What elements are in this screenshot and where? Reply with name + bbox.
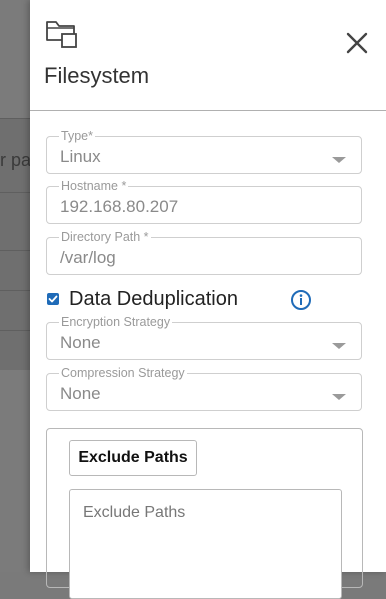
drawer-title: Filesystem (44, 63, 150, 88)
hostname-label: Hostname * (59, 178, 129, 194)
directory-path-field[interactable]: Directory Path * /var/log (46, 229, 362, 275)
exclude-paths-input[interactable] (69, 489, 342, 599)
folder-icon (45, 18, 79, 50)
filesystem-drawer: Filesystem Type* Linux Hostname * 192.16… (30, 0, 386, 599)
background-partial-text: r pa (0, 150, 32, 170)
directory-path-value: /var/log (60, 248, 116, 267)
exclude-paths-button[interactable]: Exclude Paths (69, 440, 197, 476)
hostname-field[interactable]: Hostname * 192.168.80.207 (46, 178, 362, 224)
compression-strategy-value: None (60, 384, 101, 403)
exclude-paths-section: Exclude Paths (46, 428, 363, 599)
hostname-value: 192.168.80.207 (60, 197, 179, 216)
chevron-down-icon (332, 343, 346, 349)
type-select[interactable]: Type* Linux (46, 128, 362, 174)
chevron-down-icon (332, 394, 346, 400)
encryption-strategy-value: None (60, 333, 101, 352)
chevron-down-icon (332, 157, 346, 163)
info-icon[interactable] (290, 289, 312, 311)
compression-strategy-select[interactable]: Compression Strategy None (46, 365, 362, 411)
header-divider (30, 110, 386, 111)
data-deduplication-label: Data Deduplication (69, 288, 238, 310)
type-value: Linux (60, 147, 101, 166)
directory-path-label: Directory Path * (59, 229, 151, 245)
data-deduplication-checkbox[interactable] (47, 293, 59, 305)
close-icon[interactable] (344, 30, 370, 56)
encryption-strategy-label: Encryption Strategy (59, 314, 173, 330)
compression-strategy-label: Compression Strategy (59, 365, 187, 381)
encryption-strategy-select[interactable]: Encryption Strategy None (46, 314, 362, 360)
type-label: Type* (59, 128, 95, 144)
